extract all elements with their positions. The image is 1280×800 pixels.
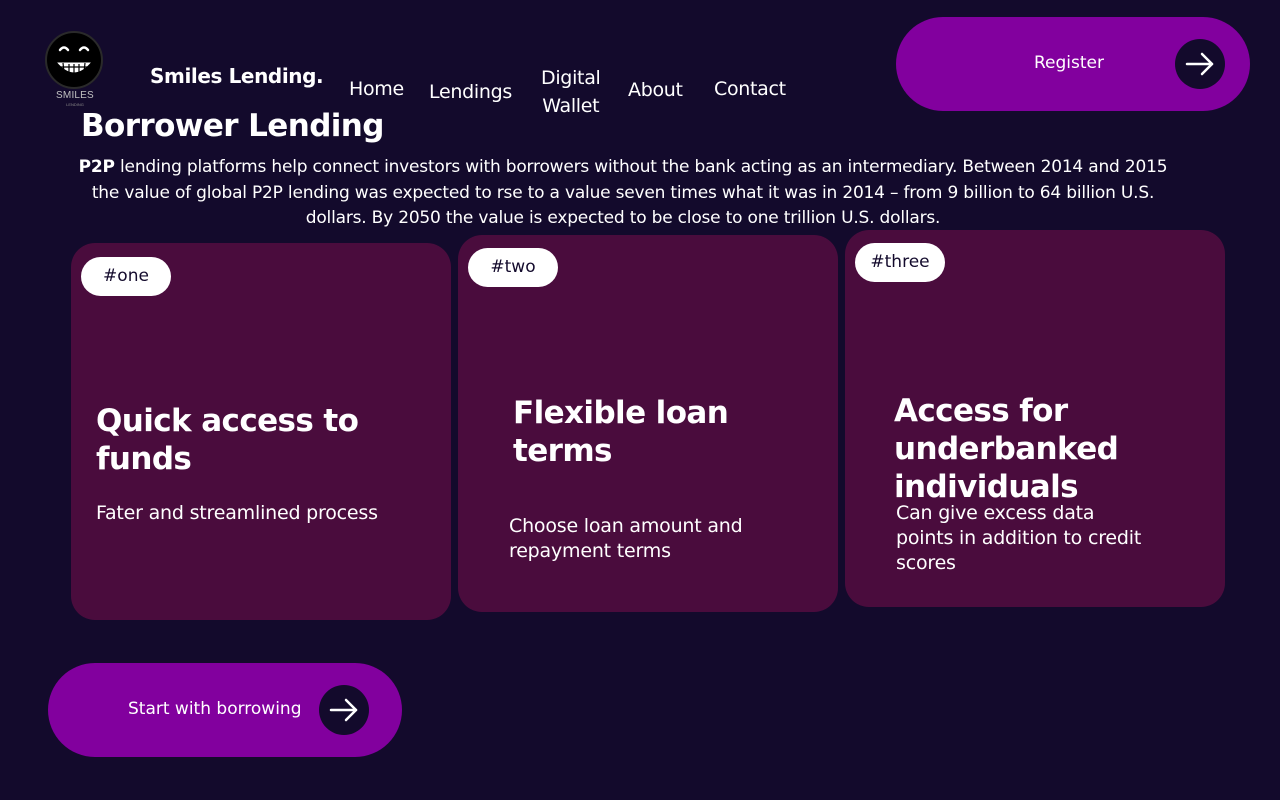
card-tag: #one <box>81 257 171 296</box>
logo[interactable]: SMILES LENDING <box>40 28 110 112</box>
register-button[interactable]: Register <box>896 17 1250 111</box>
nav-lendings[interactable]: Lendings <box>429 78 512 106</box>
page-title: Borrower Lending <box>81 108 384 144</box>
logo-text: SMILES <box>56 90 94 101</box>
nav-home[interactable]: Home <box>349 75 404 103</box>
feature-card-two: #two Flexible loan terms Choose loan amo… <box>458 235 838 612</box>
card-tag: #two <box>468 248 558 287</box>
intro-text: lending platforms help connect investors… <box>91 157 1168 228</box>
page: SMILES LENDING Smiles Lending. Home Lend… <box>0 0 1280 800</box>
card-description: Can give excess data points in addition … <box>896 502 1142 574</box>
feature-card-three: #three Access for underbanked individual… <box>845 230 1225 607</box>
intro-paragraph: P2P lending platforms help connect inves… <box>78 155 1168 232</box>
card-title: Quick access to funds <box>96 403 359 477</box>
card-description: Fater and streamlined process <box>96 502 378 524</box>
nav-contact[interactable]: Contact <box>714 75 786 103</box>
card-tag: #three <box>855 243 945 282</box>
card-title: Flexible loan terms <box>513 395 729 469</box>
register-label: Register <box>1034 53 1104 73</box>
intro-bold: P2P <box>78 157 115 177</box>
arrow-right-icon <box>1175 39 1225 89</box>
nav-about[interactable]: About <box>628 76 683 104</box>
nav-digital-wallet-line2: Wallet <box>542 95 600 117</box>
arrow-right-icon <box>319 685 369 735</box>
feature-card-one: #one Quick access to funds Fater and str… <box>71 243 451 620</box>
grinning-face-icon <box>45 31 103 89</box>
nav-digital-wallet[interactable]: Digital Wallet <box>541 64 601 120</box>
nav-digital-wallet-line1: Digital <box>541 67 601 89</box>
card-title: Access for underbanked individuals <box>894 393 1119 505</box>
brand-name[interactable]: Smiles Lending. <box>150 64 324 88</box>
logo-subtext: LENDING <box>66 102 84 107</box>
start-borrowing-label: Start with borrowing <box>128 699 302 719</box>
card-description: Choose loan amount and repayment terms <box>509 515 743 562</box>
start-borrowing-button[interactable]: Start with borrowing <box>48 663 402 757</box>
